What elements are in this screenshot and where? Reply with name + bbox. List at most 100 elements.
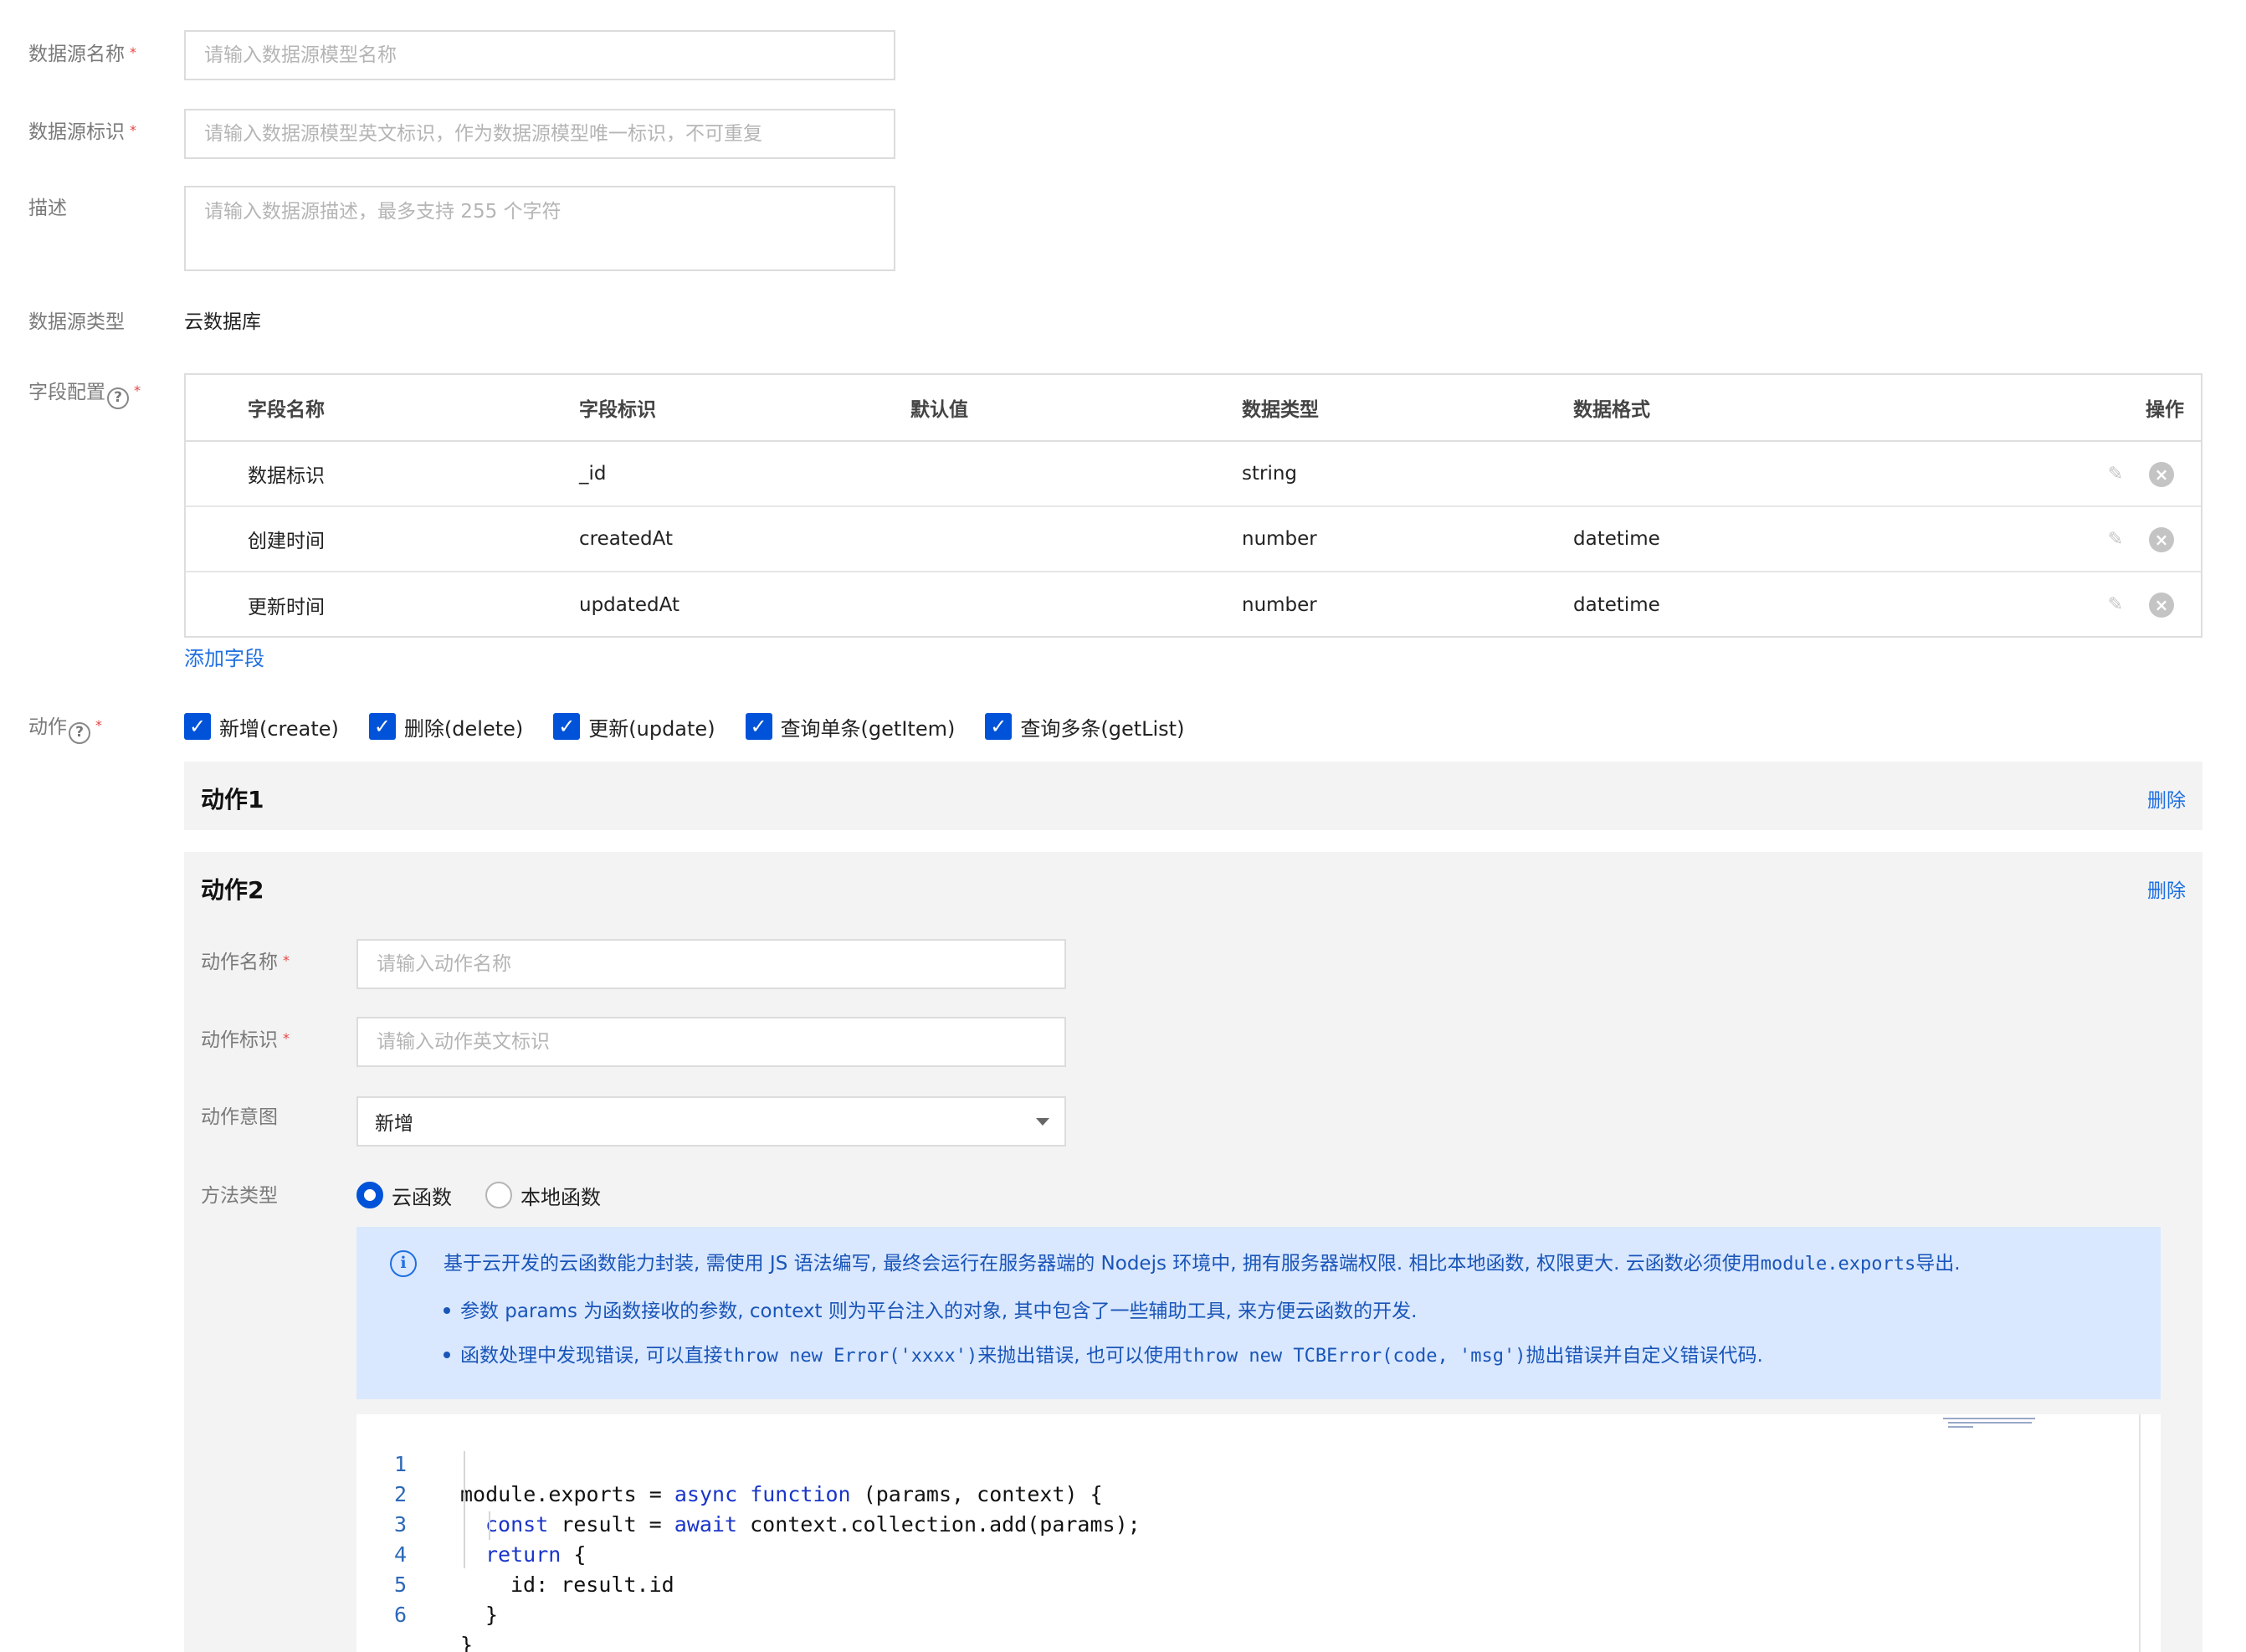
actions-label: 动作? * xyxy=(28,713,102,744)
checkbox-label: 删除(delete) xyxy=(403,716,524,741)
cell-data-type: number xyxy=(1242,594,1317,616)
code-minimap[interactable] xyxy=(1943,1418,2035,1436)
checkbox-label: 更新(update) xyxy=(588,716,715,741)
radio-selected-icon xyxy=(356,1182,383,1208)
close-circle-icon[interactable]: × xyxy=(2149,462,2174,487)
code-line: 4 id: result.id xyxy=(356,1510,2161,1597)
checkbox-get-list[interactable]: ✓ 查询多条(getList) xyxy=(985,712,1184,741)
fields-label: 字段配置? * xyxy=(28,378,141,409)
info-line-2: 参数 params 为函数接收的参数, context 则为平台注入的对象, 其… xyxy=(444,1299,1417,1324)
identifier-label: 数据源标识 * xyxy=(28,121,136,143)
bullet xyxy=(444,1352,450,1358)
code-line: 2 const result = await context.collectio… xyxy=(356,1449,2161,1537)
cell-data-type: number xyxy=(1242,528,1317,550)
pencil-icon[interactable]: ✎ xyxy=(2105,464,2125,485)
close-circle-icon[interactable]: × xyxy=(2149,593,2174,618)
action-title: 动作2 xyxy=(201,876,264,904)
fields-table: 字段名称 字段标识 默认值 数据类型 数据格式 操作 数据标识 _id stri… xyxy=(184,373,2202,638)
required-mark: * xyxy=(283,1030,290,1046)
table-row: 创建时间 createdAt number datetime ✎ × xyxy=(186,507,2201,572)
table-row: 更新时间 updatedAt number datetime ✎ × xyxy=(186,572,2201,638)
checkbox-get-item[interactable]: ✓ 查询单条(getItem) xyxy=(745,712,956,741)
radio-label: 云函数 xyxy=(392,1185,452,1209)
checkbox-update[interactable]: ✓ 更新(update) xyxy=(553,712,715,741)
checkbox-label: 新增(create) xyxy=(219,716,339,741)
checkbox-label: 查询单条(getItem) xyxy=(780,716,956,741)
code-line: 5 } xyxy=(356,1540,2161,1627)
required-mark: * xyxy=(130,44,136,60)
header-field-name: 字段名称 xyxy=(248,399,325,421)
cell-field-name: 更新时间 xyxy=(248,597,325,618)
action-identifier-input[interactable] xyxy=(356,1017,1066,1067)
radio-label: 本地函数 xyxy=(520,1185,601,1209)
header-field-key: 字段标识 xyxy=(579,399,656,421)
info-icon: i xyxy=(390,1250,417,1277)
indent-guide xyxy=(464,1451,465,1568)
action-name-input[interactable] xyxy=(356,939,1066,989)
question-circle-icon[interactable]: ? xyxy=(69,722,90,744)
action-intent-select[interactable]: 新增 xyxy=(356,1096,1066,1147)
checkbox-label: 查询多条(getList) xyxy=(1020,716,1185,741)
datasource-name-input[interactable] xyxy=(184,30,895,80)
code-line: 6 } xyxy=(356,1570,2161,1652)
table-header: 字段名称 字段标识 默认值 数据类型 数据格式 操作 xyxy=(186,375,2201,442)
check-icon: ✓ xyxy=(184,713,211,740)
line-number: 6 xyxy=(393,1603,407,1627)
code-text: } xyxy=(460,1633,474,1652)
header-actions: 操作 xyxy=(2146,399,2184,421)
checkbox-create[interactable]: ✓ 新增(create) xyxy=(184,712,339,741)
required-mark: * xyxy=(283,952,290,968)
description-textarea[interactable] xyxy=(184,186,895,271)
close-circle-icon[interactable]: × xyxy=(2149,527,2174,552)
type-label: 数据源类型 xyxy=(28,311,125,333)
header-data-type: 数据类型 xyxy=(1242,399,1319,421)
check-icon: ✓ xyxy=(985,713,1013,740)
cell-field-key: updatedAt xyxy=(579,594,679,616)
question-circle-icon[interactable]: ? xyxy=(107,387,129,409)
action-checkbox-group: ✓ 新增(create) ✓ 删除(delete) ✓ 更新(update) ✓ 查询单… xyxy=(184,711,1214,741)
action-title: 动作1 xyxy=(201,786,264,813)
cell-field-key: _id xyxy=(579,463,607,485)
description-label: 描述 xyxy=(28,198,67,219)
add-field-link[interactable]: 添加字段 xyxy=(184,646,264,671)
code-editor[interactable]: 1 module.exports = async function (param… xyxy=(356,1414,2161,1652)
editor-scrollbar[interactable] xyxy=(2139,1414,2141,1652)
code-text: } xyxy=(485,1603,499,1627)
checkbox-delete[interactable]: ✓ 删除(delete) xyxy=(368,712,524,741)
required-mark: * xyxy=(95,717,102,733)
action-panel-1: 动作1 删除 xyxy=(184,762,2202,830)
info-line-3: 函数处理中发现错误, 可以直接throw new Error('xxxx')来抛… xyxy=(444,1343,1763,1369)
cloud-function-info-box: i 基于云开发的云函数能力封装, 需使用 JS 语法编写, 最终会运行在服务器端… xyxy=(356,1227,2161,1399)
required-mark: * xyxy=(130,122,136,138)
pencil-icon[interactable]: ✎ xyxy=(2105,530,2125,550)
method-type-radio-group: 云函数 本地函数 xyxy=(356,1180,634,1210)
cell-field-name: 创建时间 xyxy=(248,531,325,552)
indent-guide xyxy=(489,1511,490,1540)
name-label: 数据源名称 * xyxy=(28,44,136,65)
radio-local-function[interactable]: 本地函数 xyxy=(485,1181,601,1210)
action-intent-label: 动作意图 xyxy=(201,1106,278,1128)
cell-data-format: datetime xyxy=(1573,528,1660,550)
method-type-label: 方法类型 xyxy=(201,1185,278,1207)
select-value: 新增 xyxy=(375,1113,413,1135)
action-identifier-label: 动作标识 * xyxy=(201,1029,290,1051)
cell-data-format: datetime xyxy=(1573,594,1660,616)
cell-data-type: string xyxy=(1242,463,1298,485)
check-icon: ✓ xyxy=(745,713,772,740)
header-data-format: 数据格式 xyxy=(1573,399,1650,421)
action-name-label: 动作名称 * xyxy=(201,952,290,973)
delete-action-button[interactable]: 删除 xyxy=(2147,784,2186,813)
check-icon: ✓ xyxy=(368,713,396,740)
cell-field-key: createdAt xyxy=(579,528,673,550)
table-row: 数据标识 _id string ✎ × xyxy=(186,442,2201,507)
check-icon: ✓ xyxy=(553,713,581,740)
pencil-icon[interactable]: ✎ xyxy=(2105,595,2125,615)
bullet xyxy=(444,1307,450,1314)
cell-field-name: 数据标识 xyxy=(248,465,325,487)
code-line: 1 module.exports = async function (param… xyxy=(356,1419,2161,1506)
required-mark: * xyxy=(134,382,141,398)
radio-cloud-function[interactable]: 云函数 xyxy=(356,1181,452,1210)
type-value: 云数据库 xyxy=(184,311,261,333)
delete-action-button[interactable]: 删除 xyxy=(2147,875,2186,903)
datasource-identifier-input[interactable] xyxy=(184,109,895,159)
